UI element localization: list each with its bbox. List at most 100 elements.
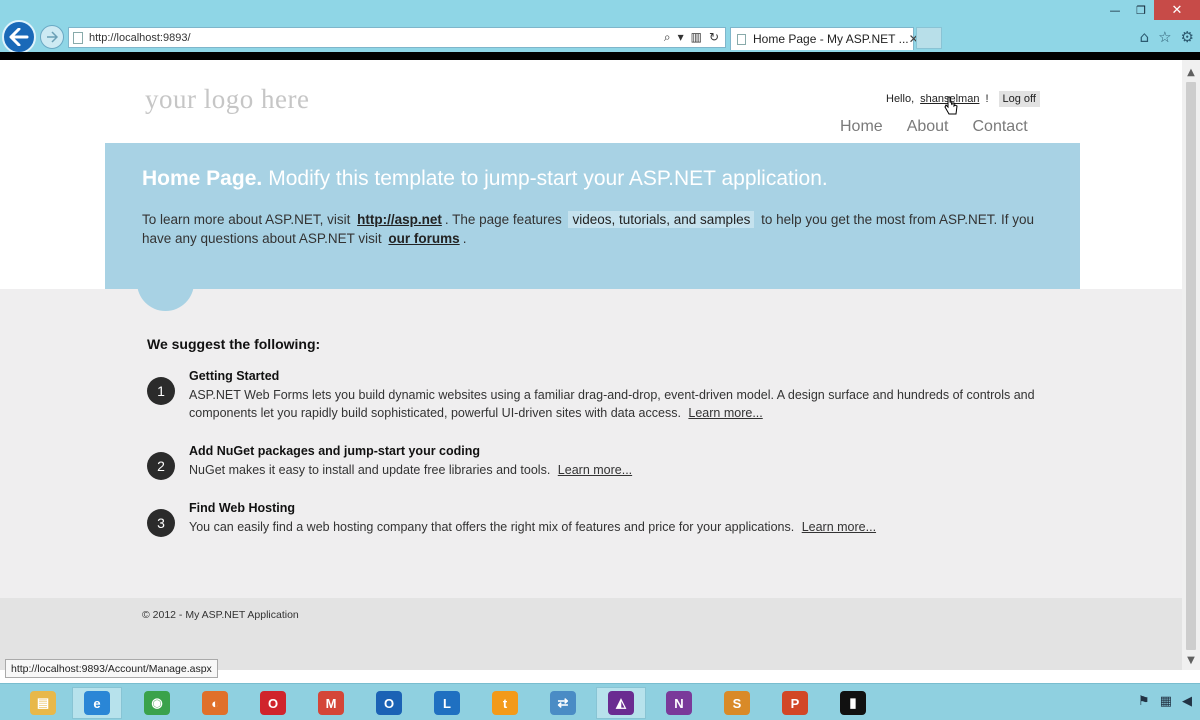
taskbar-sublime-button[interactable]: S	[712, 687, 762, 719]
command-prompt-icon: ▮	[840, 691, 866, 715]
taskbar-remote-desktop-button[interactable]: ⇄	[538, 687, 588, 719]
new-tab-button[interactable]	[916, 27, 942, 49]
step-description: ASP.NET Web Forms lets you build dynamic…	[189, 386, 1039, 422]
banner-bubble	[137, 275, 194, 311]
logoff-button[interactable]: Log off	[998, 91, 1040, 107]
asp-net-link[interactable]: http://asp.net	[357, 212, 442, 227]
featured-banner: Home Page. Modify this template to jump-s…	[105, 143, 1080, 289]
step-number: 2	[147, 452, 175, 480]
learn-more-link[interactable]: Learn more...	[802, 520, 876, 534]
learn-more-link[interactable]: Learn more...	[558, 463, 632, 477]
step-description-text: You can easily find a web hosting compan…	[189, 520, 795, 534]
chevron-down-icon[interactable]: ▼	[1182, 652, 1200, 668]
featured-text: To learn more about ASP.NET, visit http:…	[142, 210, 1042, 248]
favorites-icon[interactable]: ☆	[1158, 28, 1171, 46]
forums-link[interactable]: our forums	[388, 231, 459, 246]
lync-icon: L	[434, 691, 460, 715]
taskbar-twitter-client-button[interactable]: t	[480, 687, 530, 719]
menu-item-contact[interactable]: Contact	[973, 118, 1028, 136]
gmail-icon: M	[318, 691, 344, 715]
main-menu: Home About Contact	[840, 118, 1028, 136]
taskbar-powerpoint-button[interactable]: P	[770, 687, 820, 719]
chevron-down-icon[interactable]: ▾	[678, 30, 684, 45]
minimize-icon[interactable]: —	[1102, 0, 1128, 20]
copyright-text: © 2012 - My ASP.NET Application	[142, 609, 299, 621]
main-content: We suggest the following: 1 Getting Star…	[0, 275, 1182, 598]
menu-item-home[interactable]: Home	[840, 118, 883, 136]
restore-icon[interactable]: ❐	[1128, 0, 1154, 20]
chrome-divider	[0, 52, 1200, 60]
taskbar-lync-button[interactable]: L	[422, 687, 472, 719]
network-icon[interactable]: ▦	[1160, 694, 1172, 709]
site-logo[interactable]: your logo here	[145, 84, 309, 115]
login-area: Hello, shanselman ! Log off	[886, 91, 1040, 107]
taskbar-command-prompt-button[interactable]: ▮	[828, 687, 878, 719]
page-title-rest: Modify this template to jump-start your …	[268, 167, 828, 190]
taskbar: ⚑ ▦ ◀ ▤ e ◉ ◐ O M O Lt ⇄ ◭ N S P ▮	[0, 683, 1200, 720]
page-icon	[73, 31, 83, 44]
chrome-icon: ◉	[144, 691, 170, 715]
taskbar-outlook-button[interactable]: O	[364, 687, 414, 719]
featured-text-part: . The page features	[444, 212, 562, 227]
explorer-icon: ▤	[30, 691, 56, 715]
taskbar-gmail-button[interactable]: M	[306, 687, 356, 719]
hand-cursor-icon	[944, 96, 958, 115]
menu-item-about[interactable]: About	[907, 118, 949, 136]
step-number: 1	[147, 377, 175, 405]
step-title: Add NuGet packages and jump-start your c…	[189, 444, 481, 458]
sublime-icon: S	[724, 691, 750, 715]
taskbar-internet-explorer-button[interactable]: e	[72, 687, 122, 719]
featured-text-part: To learn more about ASP.NET, visit	[142, 212, 351, 227]
page-scrollbar[interactable]: ▲ ▼	[1182, 60, 1200, 670]
back-button[interactable]	[2, 20, 36, 54]
hello-label: Hello,	[886, 93, 915, 105]
address-tools: ⌕ ▾ ▥ ↻	[664, 30, 719, 45]
learn-more-link[interactable]: Learn more...	[688, 406, 762, 420]
address-bar[interactable]: http://localhost:9893/ ⌕ ▾ ▥ ↻	[68, 27, 726, 48]
opera-icon: O	[260, 691, 286, 715]
browser-right-icons: ⌂ ☆ ⚙	[1140, 28, 1194, 46]
step-title: Find Web Hosting	[189, 501, 296, 515]
remote-desktop-icon: ⇄	[550, 691, 576, 715]
tab-home-page[interactable]: Home Page - My ASP.NET ... ✕	[730, 27, 919, 50]
forward-button[interactable]	[40, 25, 64, 49]
page-title-bold: Home Page.	[142, 167, 263, 190]
window-controls: — ❐ ✕	[1102, 0, 1200, 20]
twitter-client-icon: t	[492, 691, 518, 715]
volume-icon[interactable]: ◀	[1182, 694, 1192, 709]
step-description-text: NuGet makes it easy to install and updat…	[189, 463, 551, 477]
step-description: You can easily find a web hosting compan…	[189, 518, 1039, 536]
gear-icon[interactable]: ⚙	[1181, 28, 1194, 46]
visual-studio-icon: ◭	[608, 691, 634, 715]
firefox-icon: ◐	[202, 691, 228, 715]
scrollbar-thumb[interactable]	[1186, 82, 1196, 650]
taskbar-opera-button[interactable]: O	[248, 687, 298, 719]
exclaim-label: !	[985, 93, 989, 105]
flag-icon[interactable]: ⚑	[1138, 694, 1150, 709]
taskbar-explorer-button[interactable]: ▤	[18, 687, 68, 719]
forward-arrow-icon	[47, 31, 58, 43]
refresh-icon[interactable]: ↻	[709, 30, 719, 45]
taskbar-visual-studio-button[interactable]: ◭	[596, 687, 646, 719]
close-icon[interactable]: ✕	[1154, 0, 1200, 20]
step-description: NuGet makes it easy to install and updat…	[189, 461, 1039, 479]
compatibility-icon[interactable]: ▥	[691, 30, 702, 45]
home-icon[interactable]: ⌂	[1140, 28, 1150, 46]
taskbar-chrome-button[interactable]: ◉	[132, 687, 182, 719]
powerpoint-icon: P	[782, 691, 808, 715]
onenote-icon: N	[666, 691, 692, 715]
address-url: http://localhost:9893/	[89, 31, 191, 44]
page-icon	[737, 33, 746, 45]
page-title: Home Page. Modify this template to jump-s…	[142, 167, 828, 191]
chevron-up-icon[interactable]: ▲	[1182, 64, 1200, 80]
status-url-tooltip: http://localhost:9893/Account/Manage.asp…	[5, 659, 218, 678]
back-arrow-icon	[9, 28, 29, 46]
step-number: 3	[147, 509, 175, 537]
taskbar-onenote-button[interactable]: N	[654, 687, 704, 719]
search-icon[interactable]: ⌕	[664, 30, 671, 45]
step-description-text: ASP.NET Web Forms lets you build dynamic…	[189, 388, 1035, 420]
taskbar-firefox-button[interactable]: ◐	[190, 687, 240, 719]
tab-title: Home Page - My ASP.NET ...	[753, 32, 909, 46]
suggest-heading: We suggest the following:	[147, 336, 321, 352]
videos-tutorials-link[interactable]: videos, tutorials, and samples	[568, 211, 755, 228]
